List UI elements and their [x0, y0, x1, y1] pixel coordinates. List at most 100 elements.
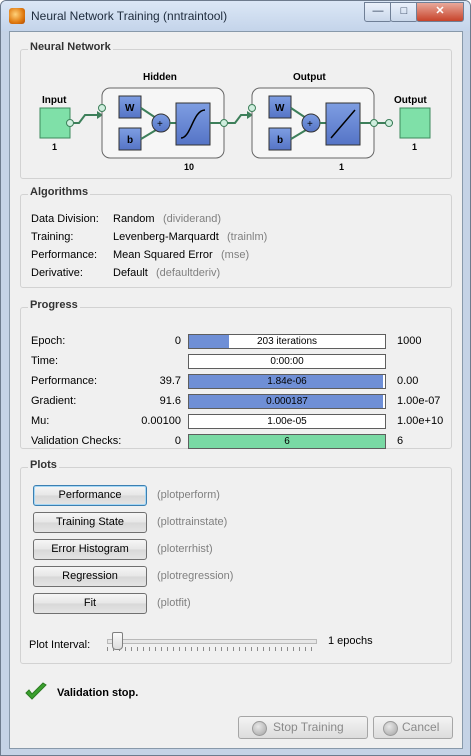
plot-interval-value: 1 epochs: [328, 635, 373, 647]
progress-bar: 1.84e-06: [188, 374, 386, 389]
progress-current: 1.00e-05: [267, 416, 307, 427]
plot-code: (ploterrhist): [157, 543, 213, 555]
neural-network-panel: Neural Network Input 1 Hidden W b + 10 O…: [20, 41, 452, 179]
algorithm-code: (defaultderiv): [156, 267, 221, 279]
content-area: Neural Network Input 1 Hidden W b + 10 O…: [9, 31, 463, 749]
progress-current: 1.84e-06: [267, 376, 307, 387]
plot-error-histogram-button[interactable]: Error Histogram: [33, 539, 147, 560]
progress-panel: Progress Epoch: 0 203 iterations 1000 Time: 0…: [20, 299, 452, 449]
output-node: [399, 107, 431, 139]
progress-bar: 6: [188, 434, 386, 449]
output-b-label: b: [277, 135, 283, 146]
hidden-w-label: W: [125, 103, 135, 114]
plots-panel-title: Plots: [28, 459, 59, 471]
progress-label: Validation Checks:: [31, 435, 122, 447]
hidden-b-label: b: [127, 135, 133, 146]
input-connector: [66, 119, 74, 127]
output-plus-label: +: [307, 119, 313, 130]
maximize-button[interactable]: □: [390, 2, 418, 22]
progress-label: Time:: [31, 355, 59, 367]
plot-fit-button[interactable]: Fit: [33, 593, 147, 614]
algorithm-value: Default: [113, 267, 148, 279]
slider-track: [107, 639, 317, 644]
algorithms-panel: Algorithms Data Division: Random (dividera…: [20, 186, 452, 288]
hidden-size: 10: [184, 162, 194, 172]
hidden-in-connector: [98, 104, 106, 112]
stop-training-label: Stop Training: [273, 720, 344, 734]
plots-panel: Plots Performance (plotperform) Training S…: [20, 459, 452, 664]
algorithm-code: (mse): [221, 249, 250, 261]
window-title: Neural Network Training (nntraintool): [31, 9, 228, 23]
plot-interval-label: Plot Interval:: [29, 639, 91, 651]
algorithm-label: Derivative:: [31, 267, 83, 279]
progress-end: 6: [397, 435, 404, 447]
progress-bar: 0:00:00: [188, 354, 386, 369]
progress-start: 91.6: [159, 395, 181, 407]
hidden-plus-label: +: [157, 119, 163, 130]
stop-icon: [252, 721, 267, 736]
progress-current: 203 iterations: [256, 336, 318, 347]
progress-start: 0: [174, 335, 181, 347]
output-layer-size: 1: [339, 162, 344, 172]
progress-current: 0:00:00: [270, 356, 304, 367]
cancel-label: Cancel: [402, 720, 440, 734]
hidden-to-output-link: [228, 114, 247, 124]
minimize-button[interactable]: —: [364, 2, 392, 22]
progress-start: 0: [174, 435, 181, 447]
input-node: [39, 107, 71, 139]
output-layer-label: Output: [293, 72, 326, 83]
progress-start: 0.00100: [141, 415, 181, 427]
slider-ticks: [107, 647, 315, 651]
progress-start: 39.7: [159, 375, 181, 387]
algorithm-value: Mean Squared Error: [113, 249, 213, 261]
final-connector: [385, 119, 393, 127]
progress-label: Epoch:: [31, 335, 66, 347]
nntraintool-window: Neural Network Training (nntraintool) — …: [0, 0, 471, 756]
network-diagram: Input 1 Hidden W b + 10 Output W b + 1 O…: [39, 72, 431, 172]
title-bar[interactable]: Neural Network Training (nntraintool) — …: [1, 1, 470, 31]
output-w-label: W: [275, 103, 285, 114]
algorithm-value: Levenberg-Marquardt: [113, 231, 219, 243]
algorithm-code: (dividerand): [163, 213, 222, 225]
algorithm-value: Random: [113, 213, 155, 225]
plot-code: (plottrainstate): [157, 516, 228, 528]
progress-bar: 203 iterations: [188, 334, 386, 349]
algorithm-label: Training:: [31, 231, 74, 243]
algorithm-code: (trainlm): [227, 231, 268, 243]
input-size: 1: [52, 142, 57, 152]
output-size: 1: [412, 142, 417, 152]
stop-training-button[interactable]: Stop Training: [238, 716, 368, 739]
plot-code: (plotperform): [157, 489, 220, 501]
progress-current: 0.000187: [266, 396, 308, 407]
cancel-button[interactable]: Cancel: [373, 716, 453, 739]
plot-code: (plotfit): [157, 597, 191, 609]
plot-interval-slider[interactable]: [107, 632, 317, 654]
plot-performance-button[interactable]: Performance: [33, 485, 147, 506]
input-label: Input: [42, 95, 67, 106]
progress-end: 0.00: [397, 375, 419, 387]
algorithms-panel-title: Algorithms: [28, 186, 91, 198]
input-link: [73, 114, 97, 124]
hidden-out-connector: [220, 119, 228, 127]
slider-thumb[interactable]: [112, 632, 123, 650]
algorithm-label: Performance:: [31, 249, 98, 261]
progress-panel-title: Progress: [28, 299, 80, 311]
progress-end: 1.00e+10: [397, 415, 444, 427]
output-in-connector: [248, 104, 256, 112]
status-text: Validation stop.: [57, 687, 139, 699]
progress-label: Performance:: [31, 375, 98, 387]
progress-end: 1000: [397, 335, 422, 347]
progress-label: Gradient:: [31, 395, 77, 407]
cancel-icon: [383, 721, 398, 736]
hidden-label: Hidden: [143, 72, 177, 83]
output-out-connector: [370, 119, 378, 127]
plot-regression-button[interactable]: Regression: [33, 566, 147, 587]
progress-end: 1.00e-07: [397, 395, 441, 407]
progress-label: Mu:: [31, 415, 50, 427]
plot-training-state-button[interactable]: Training State: [33, 512, 147, 533]
plot-code: (plotregression): [157, 570, 234, 582]
progress-current: 6: [284, 436, 290, 447]
checkmark-icon: [25, 682, 47, 700]
close-button[interactable]: ✕: [416, 2, 464, 22]
progress-bar: 1.00e-05: [188, 414, 386, 429]
